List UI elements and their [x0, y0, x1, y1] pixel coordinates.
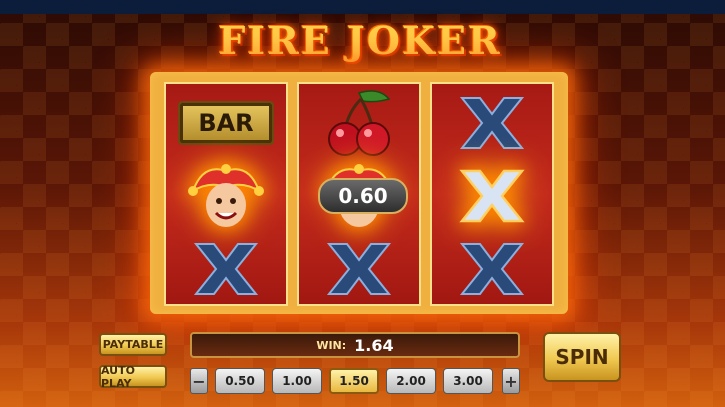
- win-label: WIN:: [316, 338, 347, 352]
- win-value: 1.64: [354, 335, 394, 355]
- reel-2-row-3: [299, 232, 419, 305]
- bet-option[interactable]: 2.00: [386, 368, 436, 394]
- bet-option-selected[interactable]: 1.50: [329, 368, 379, 394]
- reel-3-row-3: [432, 232, 552, 305]
- reel-1: BAR: [164, 82, 288, 306]
- x-symbol-glowing-icon: [459, 169, 525, 222]
- reel-3-row-2: [432, 159, 552, 232]
- paytable-button[interactable]: PAYTABLE: [99, 333, 167, 356]
- reel-1-row-1: BAR: [166, 86, 286, 159]
- bet-selector: − 0.50 1.00 1.50 2.00 3.00 +: [190, 368, 520, 394]
- bet-decrease-icon[interactable]: −: [190, 368, 208, 394]
- reel-2-row-1: [299, 86, 419, 159]
- x-symbol-icon: [459, 96, 525, 149]
- x-symbol-icon: [193, 242, 259, 295]
- bet-increase-icon[interactable]: +: [502, 368, 520, 394]
- win-amount-badge: 0.60: [318, 178, 408, 214]
- bar-symbol: BAR: [178, 100, 274, 145]
- reel-1-row-2: [166, 159, 286, 232]
- autoplay-button[interactable]: AUTO PLAY: [99, 364, 167, 390]
- bet-option[interactable]: 1.00: [272, 368, 322, 394]
- bet-option[interactable]: 3.00: [443, 368, 493, 394]
- spin-button[interactable]: SPIN: [543, 332, 621, 382]
- joker-icon: [188, 163, 264, 227]
- win-display: WIN: 1.64: [190, 332, 520, 358]
- x-symbol-icon: [459, 242, 525, 295]
- game-title: FIRE JOKER: [218, 18, 502, 63]
- reel-1-row-3: [166, 232, 286, 305]
- reel-3: [430, 82, 554, 306]
- reel-3-row-1: [432, 86, 552, 159]
- cherry-icon: [328, 89, 391, 156]
- top-bar: [0, 0, 725, 14]
- x-symbol-icon: [326, 242, 392, 295]
- bet-option[interactable]: 0.50: [215, 368, 265, 394]
